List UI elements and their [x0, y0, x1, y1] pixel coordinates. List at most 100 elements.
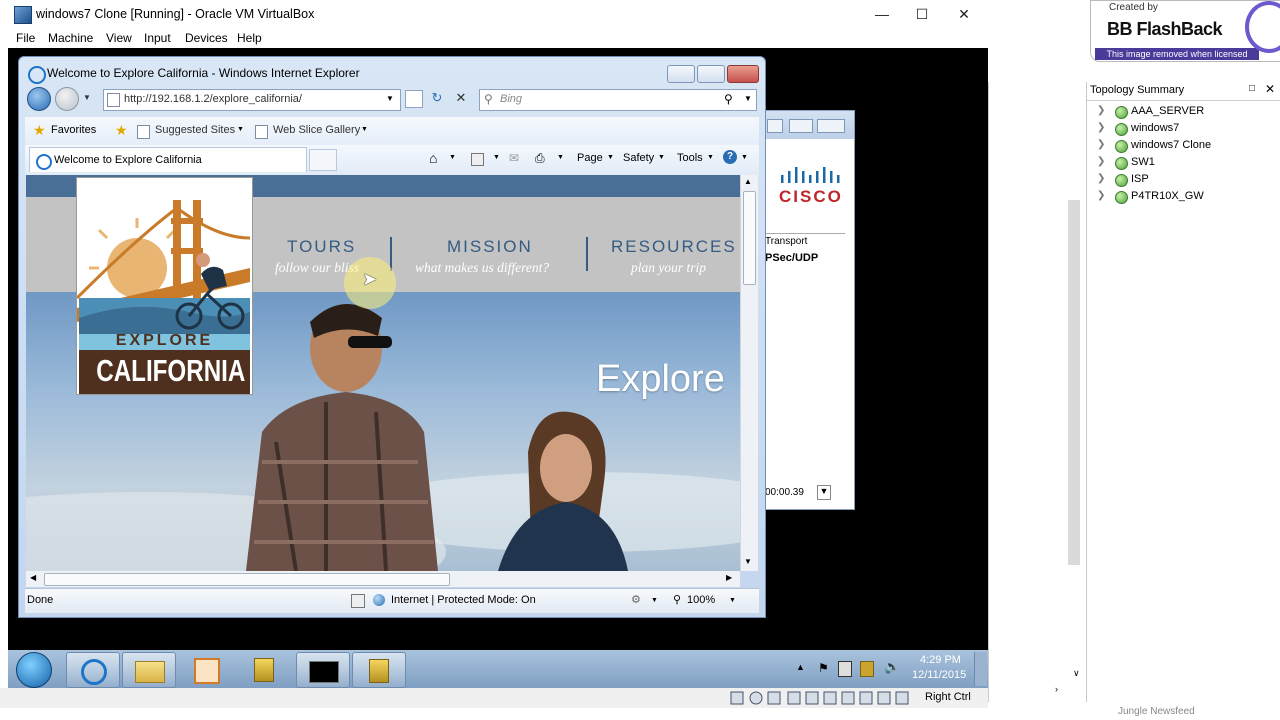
menu-machine[interactable]: Machine: [48, 31, 93, 45]
expand-chevron-icon[interactable]: ❯: [1097, 190, 1105, 201]
clock-time[interactable]: 4:29 PM: [920, 654, 961, 666]
panel-scroll-down-icon[interactable]: ∨: [1073, 668, 1080, 679]
nav-tours[interactable]: TOURS: [287, 237, 356, 257]
web-content[interactable]: TOURS follow our bliss MISSION what make…: [26, 175, 740, 571]
clock-date[interactable]: 12/11/2015: [912, 669, 966, 681]
nav-mission[interactable]: MISSION: [447, 237, 533, 257]
taskbar-vpn-button[interactable]: [352, 652, 406, 688]
show-desktop-button[interactable]: [974, 652, 987, 686]
search-input[interactable]: Bing: [500, 93, 522, 105]
scroll-left-icon[interactable]: ◀: [30, 573, 36, 582]
stop-icon[interactable]: ✕: [453, 90, 469, 106]
print-dropdown-icon[interactable]: ▼: [557, 154, 564, 161]
tab-explore-california[interactable]: Welcome to Explore California: [29, 147, 307, 172]
zoom-level[interactable]: 100%: [687, 594, 715, 606]
cisco-vpn-window[interactable]: CISCO Transport PSec/UDP 00:00.39 ▼: [764, 110, 855, 510]
home-dropdown-icon[interactable]: ▼: [449, 154, 456, 161]
nav-resources[interactable]: RESOURCES: [611, 237, 737, 257]
refresh-icon[interactable]: ↻: [429, 90, 445, 106]
taskbar-explorer-button[interactable]: [122, 652, 176, 688]
host-vertical-scrollbar[interactable]: [1068, 200, 1080, 565]
mail-icon[interactable]: ✉: [509, 151, 519, 165]
address-bar[interactable]: http://192.168.1.2/explore_california/ ▼: [103, 89, 401, 111]
minimize-button[interactable]: —: [860, 2, 904, 26]
start-button[interactable]: [16, 652, 52, 688]
minimize-button[interactable]: [667, 65, 695, 83]
page-dropdown-icon[interactable]: ▼: [607, 154, 614, 161]
panel-close-icon[interactable]: ✕: [1265, 82, 1275, 96]
menu-help[interactable]: Help: [237, 31, 262, 45]
new-tab-button[interactable]: [309, 149, 337, 171]
panel-restore-icon[interactable]: □: [1249, 83, 1255, 94]
popup-blocker-icon[interactable]: [351, 594, 365, 608]
tray-vpn-icon[interactable]: [860, 661, 874, 677]
scroll-down-icon[interactable]: ▼: [744, 557, 752, 566]
minimize-button[interactable]: [767, 119, 783, 133]
favorites-button[interactable]: Favorites: [51, 124, 96, 136]
feeds-dropdown-icon[interactable]: ▼: [493, 154, 500, 161]
horizontal-scrollbar[interactable]: ◀ ▶: [26, 571, 740, 587]
expand-chevron-icon[interactable]: ❯: [1097, 139, 1105, 150]
tray-flag-icon[interactable]: ⚑: [818, 661, 829, 675]
zoom-dropdown-icon[interactable]: ▼: [651, 597, 658, 604]
tray-volume-icon[interactable]: 🔈: [884, 659, 900, 675]
scroll-right-icon[interactable]: ▶: [726, 573, 732, 582]
compatibility-view-icon[interactable]: [405, 90, 423, 108]
maximize-button[interactable]: ☐: [900, 2, 944, 26]
menu-input[interactable]: Input: [144, 31, 171, 45]
page-menu[interactable]: Page: [577, 152, 603, 164]
expand-chevron-icon[interactable]: ❯: [1097, 105, 1105, 116]
panel-scroll-right-icon[interactable]: ›: [1055, 684, 1058, 694]
menu-devices[interactable]: Devices: [185, 31, 228, 45]
dropdown-arrow-icon[interactable]: ▼: [817, 485, 831, 500]
nav-resources-subtitle[interactable]: plan your trip: [631, 260, 706, 276]
web-slice-gallery-button[interactable]: Web Slice Gallery: [273, 124, 360, 136]
menu-file[interactable]: File: [16, 31, 35, 45]
maximize-button[interactable]: [697, 65, 725, 83]
forward-button[interactable]: [55, 87, 79, 111]
tools-menu[interactable]: Tools: [677, 152, 703, 164]
web-slice-dropdown-icon[interactable]: ▼: [361, 126, 368, 133]
expand-chevron-icon[interactable]: ❯: [1097, 173, 1105, 184]
vm-display[interactable]: CISCO Transport PSec/UDP 00:00.39 ▼ Welc…: [8, 48, 988, 688]
expand-chevron-icon[interactable]: ❯: [1097, 156, 1105, 167]
zoom-icon[interactable]: ⚲: [673, 593, 681, 606]
taskbar-ie-button[interactable]: [66, 652, 120, 688]
search-icon[interactable]: ⚲: [724, 92, 733, 106]
zoom-settings-icon[interactable]: ⚙: [631, 593, 641, 606]
search-box[interactable]: ⚲ Bing ⚲ ▼: [479, 89, 757, 111]
help-icon[interactable]: ?: [723, 150, 737, 164]
home-icon[interactable]: ⌂: [429, 150, 437, 166]
show-hidden-icons[interactable]: ▲: [796, 662, 805, 672]
nav-mission-subtitle[interactable]: what makes us different?: [415, 260, 549, 276]
maximize-button[interactable]: [789, 119, 813, 133]
explore-california-logo[interactable]: EXPLORE CALIFORNIA: [75, 177, 253, 395]
vertical-scrollbar[interactable]: ▲ ▼: [740, 175, 758, 571]
close-button[interactable]: [817, 119, 845, 133]
add-favorites-icon[interactable]: ★: [115, 122, 128, 139]
address-input[interactable]: http://192.168.1.2/explore_california/: [124, 93, 302, 105]
suggested-sites-button[interactable]: Suggested Sites: [155, 124, 235, 136]
suggested-sites-dropdown-icon[interactable]: ▼: [237, 126, 244, 133]
menu-view[interactable]: View: [106, 31, 132, 45]
expand-chevron-icon[interactable]: ❯: [1097, 122, 1105, 133]
back-button[interactable]: [27, 87, 51, 111]
tray-network-icon[interactable]: [838, 661, 852, 677]
print-icon[interactable]: ⎙: [535, 151, 545, 166]
safety-menu[interactable]: Safety: [623, 152, 654, 164]
search-dropdown-icon[interactable]: ▼: [744, 94, 752, 103]
vertical-scroll-thumb[interactable]: [743, 191, 756, 285]
media-player-icon[interactable]: [194, 658, 220, 684]
scroll-up-icon[interactable]: ▲: [744, 177, 752, 186]
security-zone[interactable]: Internet | Protected Mode: On: [391, 594, 536, 606]
feeds-icon[interactable]: [471, 153, 484, 166]
safety-dropdown-icon[interactable]: ▼: [658, 154, 665, 161]
history-dropdown-icon[interactable]: ▼: [83, 93, 91, 102]
zoom-level-dropdown-icon[interactable]: ▼: [729, 597, 736, 604]
tools-dropdown-icon[interactable]: ▼: [707, 154, 714, 161]
address-dropdown-icon[interactable]: ▼: [386, 94, 394, 103]
help-dropdown-icon[interactable]: ▼: [741, 154, 748, 161]
horizontal-scroll-thumb[interactable]: [44, 573, 450, 586]
ie-window[interactable]: Welcome to Explore California - Windows …: [18, 56, 766, 618]
taskbar-cmd-button[interactable]: [296, 652, 350, 688]
